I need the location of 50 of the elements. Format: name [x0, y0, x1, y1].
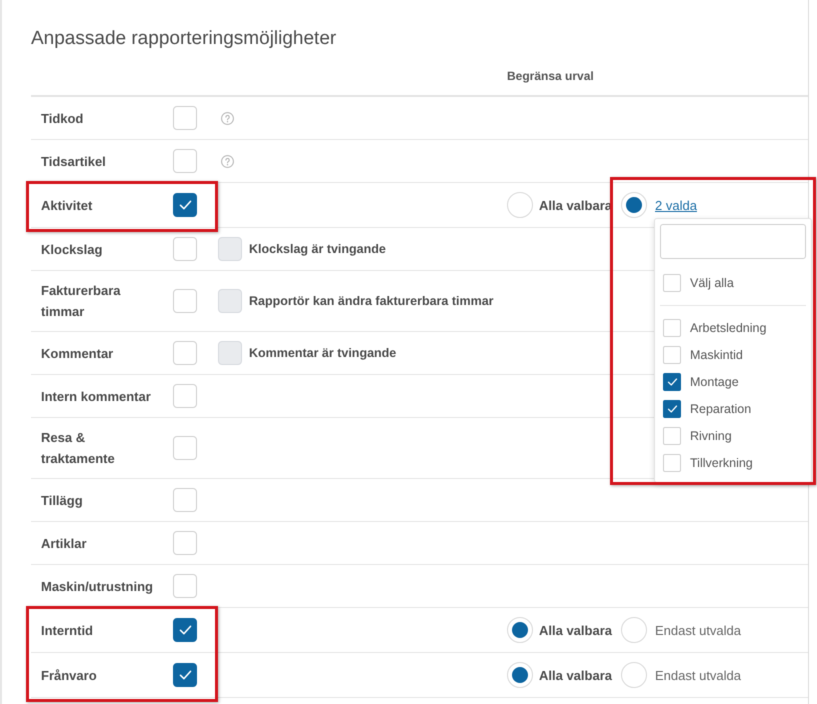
setting-label: Tillägg — [41, 492, 83, 510]
radio-button[interactable] — [621, 617, 647, 643]
activity-label[interactable]: Montage — [690, 374, 739, 388]
setting-label: Kommentar — [41, 344, 114, 362]
column-header: Begränsa urval — [507, 68, 594, 85]
help-icon[interactable] — [221, 154, 234, 168]
radio-button[interactable] — [621, 192, 647, 218]
setting-label: Fakturerbara timmar — [41, 282, 122, 321]
radio-button[interactable] — [507, 617, 533, 643]
radio-label[interactable]: Alla valbara — [539, 622, 612, 638]
radio-label[interactable]: Endast utvalda — [655, 622, 742, 638]
activity-label[interactable]: Tillverkning — [690, 456, 753, 470]
selection-link[interactable]: 2 valda — [655, 198, 697, 212]
option-label: Kommentar är tvingande — [249, 346, 396, 360]
help-icon[interactable] — [221, 112, 234, 124]
setting-label: Frånvaro — [41, 666, 97, 684]
search-field[interactable] — [660, 224, 806, 259]
checkmark-icon — [666, 378, 678, 386]
checkbox[interactable] — [173, 663, 197, 687]
setting-label: Klockslag — [41, 240, 102, 259]
option-label: Rapportör kan ändra fakturerbara timmar — [249, 294, 494, 308]
checkbox[interactable] — [663, 400, 681, 418]
checkbox[interactable] — [173, 193, 197, 217]
activity-label[interactable]: Arbetsledning — [690, 320, 766, 334]
radio-label[interactable]: Alla valbara — [539, 668, 612, 682]
activity-label[interactable]: Maskintid — [690, 348, 743, 362]
setting-label: Maskin/utrustning — [41, 578, 153, 596]
activity-label[interactable]: Reparation — [690, 402, 752, 416]
checkbox[interactable] — [173, 618, 197, 642]
radio-button[interactable] — [621, 662, 647, 688]
option-label: Klockslag är tvingande — [249, 242, 386, 256]
setting-label: Resa & traktamente — [41, 429, 116, 468]
checkmark-icon — [178, 670, 192, 680]
checkmark-icon — [178, 625, 192, 635]
checkbox[interactable] — [663, 372, 681, 390]
radio-button[interactable] — [507, 192, 533, 218]
setting-label: Intern kommentar — [41, 388, 151, 406]
activity-label[interactable]: Rivning — [690, 428, 732, 442]
setting-label: Tidsartikel — [41, 152, 106, 170]
page-title: Anpassade rapporteringsmöjligheter — [31, 27, 336, 51]
checkmark-icon — [666, 404, 678, 412]
setting-label: Aktivitet — [41, 196, 92, 214]
setting-label: Tidkod — [41, 110, 84, 128]
radio-button[interactable] — [507, 662, 533, 688]
radio-label[interactable]: Alla valbara — [539, 198, 612, 212]
select-all-label[interactable]: Välj alla — [690, 276, 734, 290]
radio-label[interactable]: Endast utvalda — [655, 668, 742, 682]
setting-label: Artiklar — [41, 534, 87, 552]
setting-label: Interntid — [41, 622, 93, 640]
checkmark-icon — [178, 200, 192, 210]
